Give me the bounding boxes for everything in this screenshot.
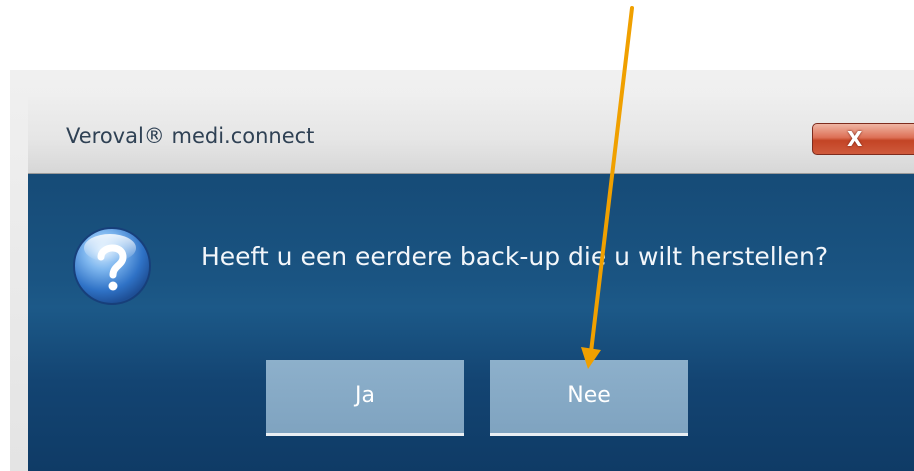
yes-button[interactable]: Ja [266, 360, 464, 436]
dialog-titlebar: Veroval® medi.connect X [28, 97, 914, 174]
dialog-title: Veroval® medi.connect [66, 124, 315, 148]
no-button[interactable]: Nee [490, 360, 688, 436]
close-button[interactable]: X [812, 123, 914, 155]
dialog-message: Heeft u een eerdere back-up die u wilt h… [201, 242, 829, 271]
dialog-body: Heeft u een eerdere back-up die u wilt h… [28, 174, 914, 471]
close-icon: X [847, 127, 863, 151]
question-icon [73, 227, 151, 305]
message-dialog: Veroval® medi.connect X Heeft u een eerd… [28, 97, 914, 471]
